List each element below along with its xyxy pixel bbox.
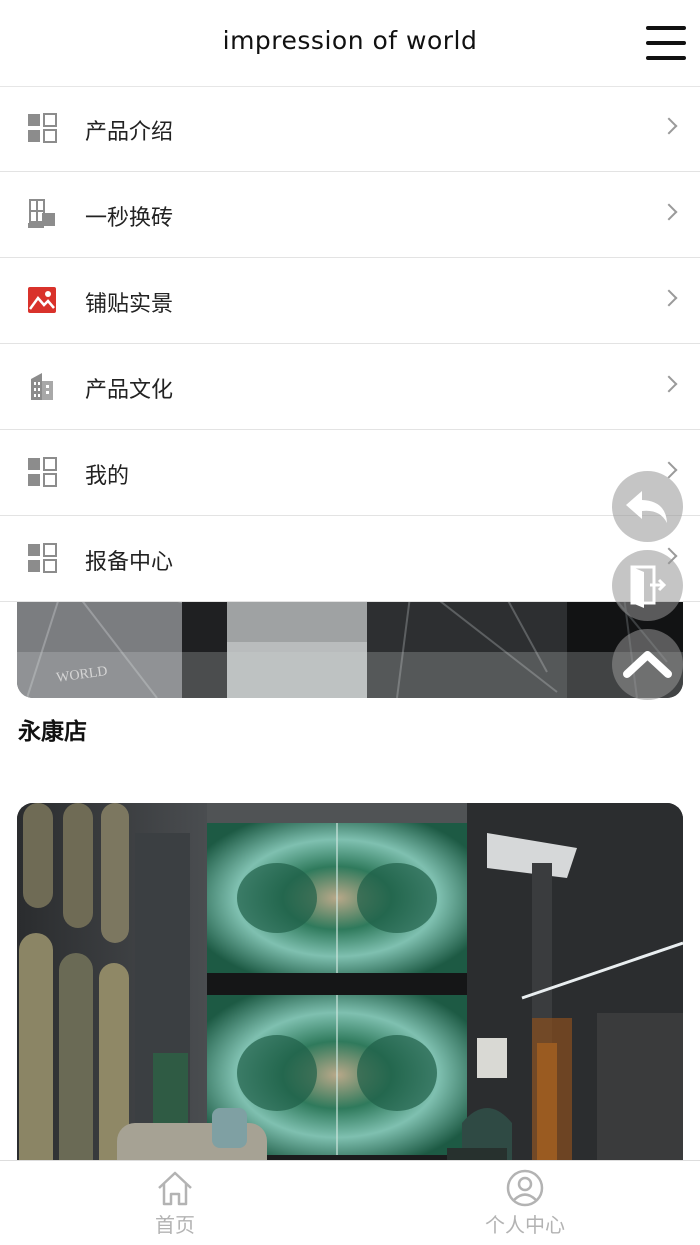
tiles-icon: [28, 199, 55, 228]
exit-icon: [630, 565, 667, 608]
grid-icon: [28, 457, 57, 487]
menu-item-product-intro[interactable]: 产品介绍: [0, 86, 700, 172]
chevron-right-icon: [660, 203, 678, 221]
bottom-tab-bar: 首页 个人中心: [0, 1160, 700, 1245]
tab-label: 首页: [155, 1213, 195, 1237]
user-icon: [506, 1169, 544, 1207]
menu-item-label: 我的: [85, 464, 130, 489]
menu-item-report-center[interactable]: 报备中心: [0, 516, 700, 602]
building-icon: [31, 373, 53, 400]
dropdown-menu: 产品介绍 一秒换砖 铺贴实景 产品文化 我的 报备中心: [0, 86, 700, 602]
image-icon: [28, 287, 56, 313]
grid-icon: [28, 543, 57, 573]
tab-label: 个人中心: [485, 1213, 565, 1237]
back-button[interactable]: [612, 471, 683, 542]
scroll-top-icon: [623, 651, 672, 678]
chevron-right-icon: [660, 375, 678, 393]
chevron-right-icon: [660, 117, 678, 135]
store-name: 永康店: [18, 719, 87, 745]
menu-item-label: 产品介绍: [85, 120, 174, 145]
menu-item-label: 报备中心: [85, 550, 174, 575]
tab-personal-center[interactable]: 个人中心: [350, 1161, 700, 1245]
menu-item-label: 一秒换砖: [85, 206, 174, 231]
menu-item-label: 产品文化: [85, 378, 174, 403]
back-icon: [626, 491, 667, 523]
menu-item-tile-swap[interactable]: 一秒换砖: [0, 172, 700, 258]
hamburger-menu-icon[interactable]: [646, 26, 686, 62]
menu-item-mine[interactable]: 我的: [0, 430, 700, 516]
grid-icon: [28, 113, 57, 143]
menu-item-real-scenes[interactable]: 铺贴实景: [0, 258, 700, 344]
scroll-top-button[interactable]: [612, 629, 683, 700]
menu-item-product-culture[interactable]: 产品文化: [0, 344, 700, 430]
chevron-right-icon: [660, 289, 678, 307]
top-bar: impression of world: [0, 0, 700, 87]
menu-item-label: 铺贴实景: [85, 292, 174, 317]
tab-home[interactable]: 首页: [0, 1161, 350, 1245]
store-photo-main[interactable]: [17, 803, 683, 1160]
home-icon: [158, 1171, 192, 1206]
page-title: impression of world: [222, 26, 478, 55]
exit-button[interactable]: [612, 550, 683, 621]
